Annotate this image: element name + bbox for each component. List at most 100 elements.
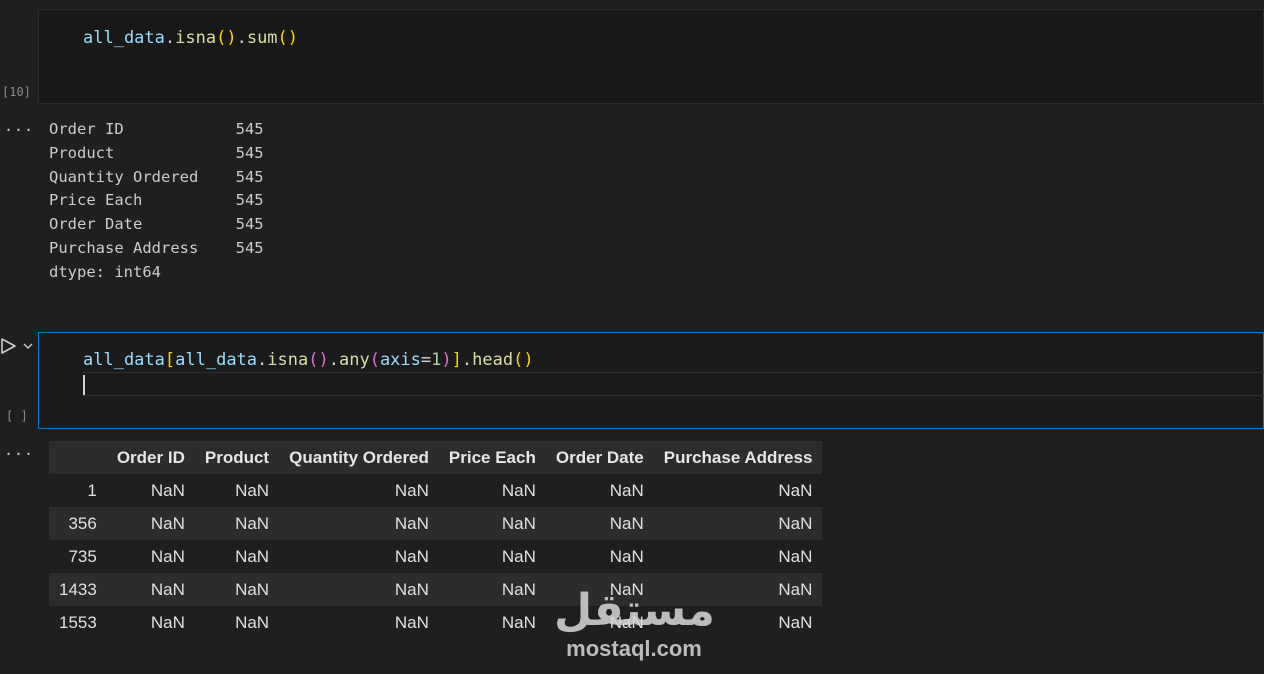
table-cell: NaN [438, 573, 546, 606]
code-token: isna [267, 350, 309, 370]
table-cell: NaN [778, 546, 813, 566]
null-count: 545 [235, 191, 264, 210]
column-name: Product [49, 143, 236, 162]
column-header: Order Date [545, 441, 654, 474]
output-1-menu-button[interactable]: ... [4, 117, 34, 135]
run-cell-icon[interactable] [0, 336, 18, 356]
table-cell: NaN [394, 612, 429, 632]
code-token: () [513, 350, 534, 370]
column-header: Purchase Address [653, 441, 823, 474]
code-token: . [461, 350, 473, 370]
output-2-menu-button[interactable]: ... [4, 441, 34, 459]
column-header: Quantity Ordered [279, 441, 439, 474]
table-cell: NaN [609, 480, 644, 500]
column-header: Price Each [438, 441, 546, 474]
output-line: Order Date 545 [49, 213, 264, 237]
table-cell: NaN [150, 612, 185, 632]
code-token: = [420, 350, 432, 370]
code-token: . [236, 28, 247, 48]
code-token: sum [246, 28, 278, 48]
index-header [49, 441, 107, 474]
watermark-arabic-text: مستقل [554, 585, 715, 636]
watermark-latin-text: mostaql.com [566, 636, 702, 661]
code-token: () [277, 28, 299, 48]
table-cell: NaN [438, 507, 546, 540]
output-line: Price Each 545 [49, 189, 264, 213]
execution-count-1: [10] [2, 85, 31, 99]
output-line: Quantity Ordered 545 [49, 166, 264, 190]
table-cell: NaN [609, 546, 644, 566]
code-token: all_data [175, 350, 258, 370]
code-token: ] [451, 350, 462, 370]
column-name: Order ID [49, 120, 236, 138]
chevron-down-icon[interactable] [22, 340, 34, 352]
table-cell: NaN [279, 573, 439, 606]
table-cell: NaN [653, 507, 823, 540]
code-token: . [328, 350, 339, 370]
table-cell: NaN [501, 480, 536, 500]
table-cell: NaN [106, 507, 195, 540]
watermark-logo: مستقل mostaql.com [554, 585, 715, 664]
code-token: any [338, 350, 370, 370]
output-1-text: Order ID 545 Product 545 Quantity Ordered … [49, 118, 264, 285]
code-token: ) [441, 350, 452, 370]
code-token: . [164, 28, 176, 48]
table-cell: NaN [501, 546, 536, 566]
row-index: 1553 [59, 612, 97, 632]
table-cell: NaN [394, 480, 429, 500]
null-count: 545 [235, 143, 264, 162]
code-token: ( [369, 350, 380, 370]
table-cell: NaN [279, 507, 439, 540]
dtype-line: dtype: int64 [49, 262, 161, 281]
table-header-row: Order ID Product Quantity Ordered Price Eac… [49, 441, 823, 474]
table-cell: NaN [194, 573, 280, 606]
table-cell: NaN [150, 480, 185, 500]
table-cell: NaN [235, 612, 270, 632]
code-token: isna [175, 28, 217, 48]
output-line: Purchase Address 545 [49, 237, 264, 261]
column-name: Purchase Address [49, 238, 236, 257]
null-count: 545 [235, 238, 264, 257]
row-index: 1 [87, 480, 97, 500]
table-cell: NaN [545, 507, 654, 540]
output-line: Product 545 [49, 142, 264, 166]
column-name: Quantity Ordered [49, 167, 236, 186]
table-cell: NaN [106, 573, 195, 606]
row-index: 735 [68, 546, 97, 566]
code-token: [ [164, 350, 176, 370]
column-name: Order Date [49, 215, 236, 234]
code-cell-1[interactable] [38, 9, 1264, 104]
column-name: Price Each [49, 191, 236, 210]
code-cell-2-source[interactable]: all_data[all_data.isna().any(axis=1)].he… [83, 350, 534, 370]
table-row: 356 NaN NaN NaN NaN NaN NaN [49, 507, 823, 540]
row-index: 356 [49, 507, 107, 540]
table-cell: NaN [235, 480, 270, 500]
code-token: axis [379, 350, 421, 370]
code-token: () [308, 350, 329, 370]
execution-count-2: [ ] [6, 409, 28, 423]
output-line: Order ID 545 [49, 118, 264, 142]
table-cell: NaN [394, 546, 429, 566]
table-cell: NaN [235, 546, 270, 566]
table-row: 1 NaN NaN NaN NaN NaN NaN [49, 474, 822, 507]
current-line-highlight [82, 372, 1264, 396]
code-token: head [472, 350, 514, 370]
table-cell: NaN [194, 507, 280, 540]
column-header: Product [194, 441, 280, 474]
null-count: 545 [235, 120, 264, 138]
row-index: 1433 [49, 573, 107, 606]
null-count: 545 [235, 167, 264, 186]
table-cell: NaN [778, 480, 813, 500]
text-cursor [83, 375, 85, 395]
code-token: . [257, 350, 268, 370]
code-token: () [216, 28, 237, 48]
code-token: all_data [83, 350, 165, 370]
table-row: 735 NaN NaN NaN NaN NaN NaN [49, 540, 822, 573]
table-cell: NaN [150, 546, 185, 566]
column-header: Order ID [106, 441, 195, 474]
null-count: 545 [235, 215, 264, 234]
code-token: all_data [83, 28, 165, 48]
code-cell-1-source[interactable]: all_data.isna().sum() [83, 28, 298, 48]
table-cell: NaN [501, 612, 536, 632]
code-token: 1 [431, 350, 442, 370]
